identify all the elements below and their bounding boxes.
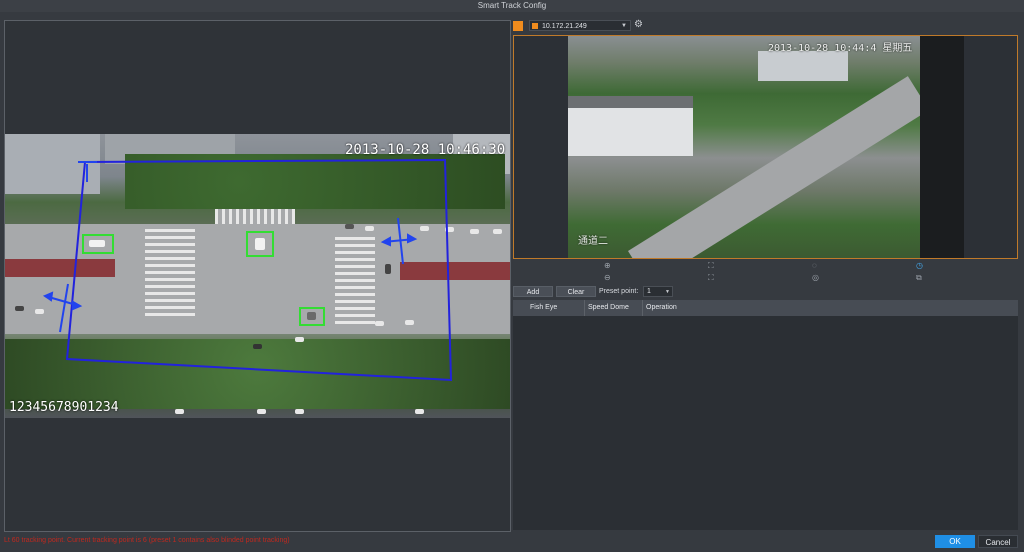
building <box>758 51 848 81</box>
zoom-in-icon[interactable]: ⊕ <box>604 262 611 270</box>
camera-select[interactable]: 10.172.21.249 ▼ <box>529 20 631 31</box>
zoom-out-icon[interactable]: ⊖ <box>604 274 611 282</box>
fisheye-video[interactable]: 2013-10-28 10:46:30 12345678901234 <box>5 134 510 418</box>
preset-icon[interactable]: ⧉ <box>916 274 922 282</box>
ok-button[interactable]: OK <box>935 535 975 548</box>
building <box>568 101 693 156</box>
column-speed-dome[interactable]: Speed Dome <box>585 300 643 316</box>
preset-point-select[interactable]: 1 ▼ <box>643 286 673 297</box>
column-fish-eye[interactable]: Fish Eye <box>527 300 585 316</box>
camera-select-value: 10.172.21.249 <box>542 23 587 30</box>
dome-overlay-bottom: 通道二 <box>578 236 608 247</box>
fisheye-panel[interactable]: 2013-10-28 10:46:30 12345678901234 <box>4 20 511 532</box>
column-operation[interactable]: Operation <box>643 300 703 316</box>
camera-color-indicator <box>532 23 538 29</box>
tracking-zone[interactable] <box>65 158 453 382</box>
camera-occluder <box>920 36 964 258</box>
target-car <box>307 312 316 320</box>
tracking-points-table[interactable]: Fish Eye Speed Dome Operation <box>513 300 1018 530</box>
dome-overlay-top: 2013-10-28 10:44:4 星期五 <box>768 43 913 54</box>
status-error-text: Lt 60 tracking point. Current tracking p… <box>4 537 290 544</box>
preset-point-label: Preset point: <box>599 288 639 295</box>
clear-button[interactable]: Clear <box>556 286 596 297</box>
fisheye-overlay-text: 12345678901234 <box>9 400 119 415</box>
focus-far-icon[interactable]: ⛶ <box>708 274 714 282</box>
target-car <box>255 238 265 250</box>
iris-close-icon[interactable]: ◎ <box>812 274 819 282</box>
building-roof <box>568 96 693 108</box>
add-button[interactable]: Add <box>513 286 553 297</box>
iris-open-icon[interactable]: ◌ <box>812 262 817 270</box>
window-title: Smart Track Config <box>0 0 1024 12</box>
fisheye-timestamp: 2013-10-28 10:46:30 <box>345 142 506 158</box>
target-car <box>89 240 105 247</box>
speed-dome-panel[interactable]: 2013-10-28 10:44:4 星期五 通道二 <box>513 35 1018 259</box>
focus-near-icon[interactable]: ⛶ <box>708 262 714 270</box>
gear-icon[interactable]: ⚙ <box>634 19 643 31</box>
chevron-down-icon: ▼ <box>665 289 670 295</box>
chevron-down-icon: ▼ <box>621 23 627 29</box>
auto-track-icon[interactable]: ◷ <box>916 262 923 270</box>
preset-point-value: 1 <box>647 288 651 295</box>
tracking-overlay[interactable] <box>5 134 510 418</box>
camera-color-swatch <box>513 21 523 31</box>
cancel-button[interactable]: Cancel <box>978 535 1018 548</box>
speed-dome-video[interactable]: 2013-10-28 10:44:4 星期五 通道二 <box>568 36 964 258</box>
table-header: Fish Eye Speed Dome Operation <box>513 300 1018 316</box>
